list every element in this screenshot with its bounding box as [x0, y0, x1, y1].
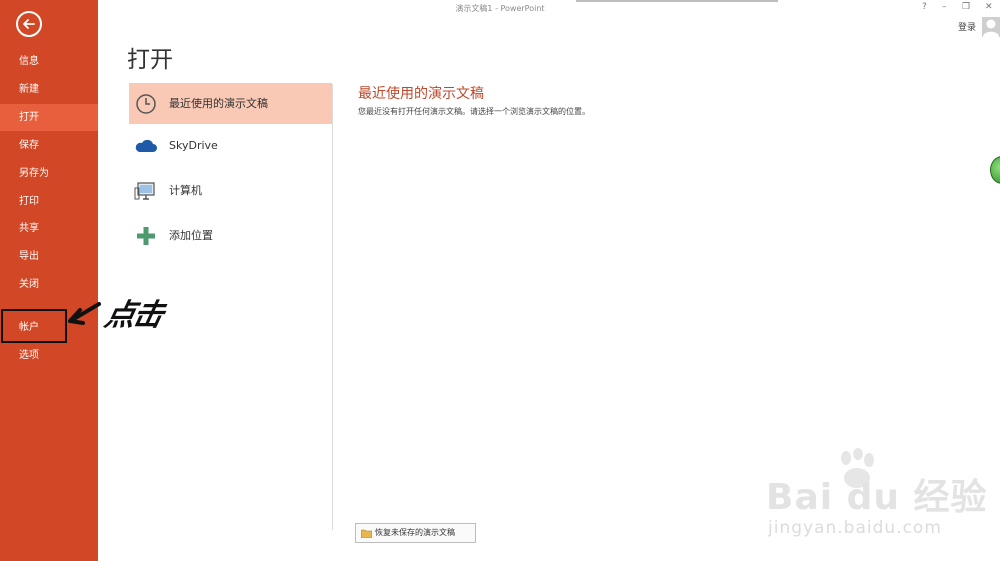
nav-item-new[interactable]: 新建 [0, 76, 98, 103]
minimize-button[interactable]: – [942, 2, 947, 12]
nav-item-save-as[interactable]: 另存为 [0, 160, 98, 187]
annotation-highlight-box [1, 309, 67, 343]
nav-item-export[interactable]: 导出 [0, 243, 98, 270]
nav-item-save[interactable]: 保存 [0, 132, 98, 159]
recover-unsaved-button[interactable]: 恢复未保存的演示文稿 [355, 523, 476, 543]
watermark-url: jingyan.baidu.com [768, 518, 942, 538]
login-link[interactable]: 登录 [958, 20, 976, 33]
folder-icon [361, 529, 372, 538]
title-bar-accent [576, 0, 778, 2]
content-description: 您最近没有打开任何演示文稿。请选择一个浏览演示文稿的位置。 [358, 107, 590, 116]
nav-item-options[interactable]: 选项 [0, 342, 98, 369]
close-window-button[interactable]: ✕ [985, 2, 993, 12]
place-label: SkyDrive [169, 139, 218, 152]
help-button[interactable]: ? [922, 2, 927, 12]
nav-item-print[interactable]: 打印 [0, 188, 98, 215]
plus-icon [137, 227, 155, 245]
restore-button[interactable]: ❐ [962, 2, 970, 12]
place-label: 添加位置 [169, 229, 213, 242]
column-divider [332, 84, 333, 530]
side-scroll-knob[interactable] [990, 156, 1000, 184]
back-arrow-icon [23, 19, 35, 29]
backstage-sidebar: 信息 新建 打开 保存 另存为 打印 共享 导出 关闭 帐户 选项 [0, 0, 98, 561]
user-silhouette-icon [983, 19, 999, 37]
nav-item-share[interactable]: 共享 [0, 215, 98, 242]
avatar[interactable] [982, 17, 1000, 37]
place-add-location[interactable]: 添加位置 [129, 215, 332, 256]
nav-item-close[interactable]: 关闭 [0, 271, 98, 298]
nav-item-open[interactable]: 打开 [0, 104, 98, 131]
place-label: 计算机 [169, 184, 202, 197]
annotation-text: 点击 [101, 298, 165, 333]
window-title: 演示文稿1 - PowerPoint [455, 4, 545, 13]
page-title: 打开 [127, 47, 173, 73]
nav-item-info[interactable]: 信息 [0, 48, 98, 75]
annotation-arrow-icon [68, 302, 101, 325]
place-label: 最近使用的演示文稿 [169, 97, 268, 110]
clock-icon [136, 94, 156, 114]
content-heading: 最近使用的演示文稿 [358, 86, 484, 102]
computer-icon [134, 182, 155, 200]
place-computer[interactable]: 计算机 [129, 170, 332, 211]
watermark-logo: Bai du 经验 [766, 477, 988, 518]
back-button[interactable] [16, 11, 42, 37]
place-skydrive[interactable]: SkyDrive [129, 125, 332, 166]
place-recent-presentations[interactable]: 最近使用的演示文稿 [129, 83, 332, 124]
recover-button-label: 恢复未保存的演示文稿 [375, 528, 455, 537]
cloud-icon [135, 139, 157, 152]
